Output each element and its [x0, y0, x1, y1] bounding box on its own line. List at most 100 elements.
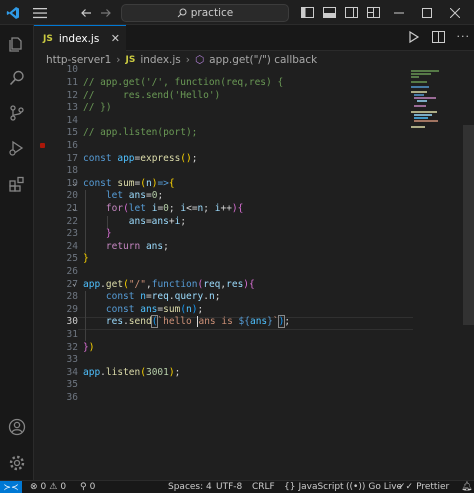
- code-line: const ans=sum(n);: [105, 303, 204, 315]
- notifications-bell-icon[interactable]: 🔔︎: [461, 482, 472, 492]
- editor-tab-bar: JS index.js ✕ ···: [34, 25, 474, 51]
- line-number: 21: [66, 203, 78, 214]
- line-number: 28: [66, 291, 78, 303]
- more-actions-icon[interactable]: ···: [457, 30, 471, 47]
- minimap-line: [414, 97, 436, 99]
- javascript-file-icon: JS: [125, 55, 136, 65]
- customize-layout-icon[interactable]: [366, 4, 380, 21]
- line-number: 17: [66, 152, 78, 164]
- line-number: 11: [66, 77, 78, 88]
- code-line: const app=express();: [83, 152, 198, 164]
- activity-bar: [0, 25, 34, 480]
- remote-indicator-icon[interactable]: ≻≺: [0, 481, 22, 493]
- ports-indicator[interactable]: ⚲ 0: [80, 482, 95, 492]
- vscode-logo-icon[interactable]: [6, 4, 20, 21]
- encoding-label: UTF-8: [216, 482, 243, 492]
- search-icon[interactable]: [6, 67, 28, 89]
- code-line: for(let i=0; i<=n; i++){: [105, 203, 244, 214]
- close-tab-icon[interactable]: ✕: [111, 32, 120, 45]
- code-line: res.send(`hello ans is ${ans}`);: [105, 315, 291, 329]
- javascript-file-icon: JS: [43, 33, 53, 44]
- line-number: 22: [66, 215, 78, 227]
- extensions-icon[interactable]: [6, 173, 28, 195]
- minimap-line: [414, 114, 432, 116]
- line-number: 12: [66, 89, 78, 101]
- maximize-icon[interactable]: [420, 4, 434, 21]
- chevron-right-icon: ›: [185, 54, 190, 66]
- minimap[interactable]: [409, 69, 463, 129]
- breadcrumb-file[interactable]: index.js: [140, 54, 180, 66]
- menu-icon[interactable]: [32, 4, 48, 21]
- minimize-icon[interactable]: [392, 4, 406, 21]
- vertical-scrollbar[interactable]: [463, 125, 474, 325]
- error-icon: ⊗: [30, 482, 38, 492]
- split-editor-icon[interactable]: [431, 30, 445, 47]
- line-number: 26: [66, 266, 78, 277]
- minimap-line: [411, 111, 437, 113]
- code-line: ans=ans+i;: [128, 215, 187, 227]
- toggle-secondary-sidebar-icon[interactable]: [344, 4, 358, 21]
- line-number: 33: [66, 354, 78, 366]
- search-text: practice: [190, 7, 234, 19]
- chevron-right-icon: ›: [116, 54, 121, 66]
- toggle-primary-sidebar-icon[interactable]: [300, 4, 314, 21]
- minimap-line: [417, 100, 427, 102]
- search-icon: [177, 8, 187, 18]
- minimap-line: [414, 117, 428, 119]
- ports-icon: ⚲: [80, 482, 87, 492]
- source-control-icon[interactable]: [6, 102, 28, 124]
- symbol-method-icon: ⬡: [194, 54, 205, 66]
- tab-index-js[interactable]: JS index.js ✕: [34, 25, 126, 51]
- line-number: 16: [66, 140, 78, 151]
- command-center-search[interactable]: practice: [121, 4, 289, 22]
- language-mode[interactable]: {} JavaScript: [284, 482, 344, 492]
- code-line: // res.send('Hello'): [83, 89, 221, 101]
- breadcrumb-symbol[interactable]: app.get("/") callback: [209, 54, 317, 66]
- indentation-label: Spaces: 4: [168, 482, 212, 492]
- toggle-panel-icon[interactable]: [322, 4, 336, 21]
- line-number: 27: [66, 278, 78, 290]
- minimap-line: [414, 94, 424, 96]
- code-line: // app.listen(port);: [83, 127, 198, 139]
- code-line: const sum=(n)=>{: [83, 177, 175, 189]
- manage-gear-icon[interactable]: [6, 452, 28, 474]
- prettier-status[interactable]: ✓✓ Prettier: [398, 482, 449, 492]
- minimap-line: [411, 81, 427, 83]
- line-number: 30: [66, 316, 78, 328]
- code-editor[interactable]: ⌄ ⌄ ⌄ 10 11 12 13 14 15 16 17 18 19 20 21 22 23 24 25 26…: [34, 64, 474, 480]
- code-line: // }): [83, 102, 112, 114]
- prettier-label: Prettier: [416, 482, 450, 492]
- code-line: return ans;: [105, 240, 169, 252]
- accounts-icon[interactable]: [6, 416, 28, 438]
- run-and-debug-icon[interactable]: [6, 137, 28, 159]
- line-number: 18: [66, 165, 78, 177]
- go-live-button[interactable]: ((•)) Go Live: [346, 482, 402, 492]
- eol-label: CRLF: [252, 482, 275, 492]
- line-number: 29: [66, 303, 78, 315]
- run-file-icon[interactable]: [408, 30, 420, 47]
- code-line: app.get("/",function(req,res){: [83, 278, 255, 290]
- indentation-setting[interactable]: Spaces: 4: [168, 482, 212, 492]
- code-line: }: [105, 228, 112, 240]
- back-arrow-icon[interactable]: [79, 4, 93, 21]
- encoding-setting[interactable]: UTF-8: [216, 482, 242, 492]
- close-window-icon[interactable]: [448, 4, 462, 21]
- line-number: 10: [66, 64, 78, 76]
- line-number: 36: [66, 392, 78, 403]
- line-number: 19: [66, 177, 78, 189]
- code-line: // app.get('/', function(req,res) {: [83, 77, 284, 88]
- line-number: 20: [66, 190, 78, 202]
- indent-guide: [85, 291, 86, 342]
- breakpoint-icon[interactable]: [40, 143, 45, 148]
- line-number: 34: [66, 366, 78, 378]
- warning-icon: ⚠: [49, 482, 58, 492]
- forward-arrow-icon[interactable]: [99, 4, 113, 21]
- explorer-icon[interactable]: [6, 33, 28, 55]
- minimap-line: [414, 120, 438, 122]
- error-count: 0: [40, 482, 47, 492]
- problems-indicator[interactable]: ⊗ 0 ⚠ 0: [30, 482, 66, 492]
- minimap-line: [411, 73, 431, 75]
- broadcast-icon: ((•)): [346, 482, 366, 492]
- eol-setting[interactable]: CRLF: [252, 482, 275, 492]
- code-lines: // app.get('/', function(req,res) { // r…: [83, 69, 413, 480]
